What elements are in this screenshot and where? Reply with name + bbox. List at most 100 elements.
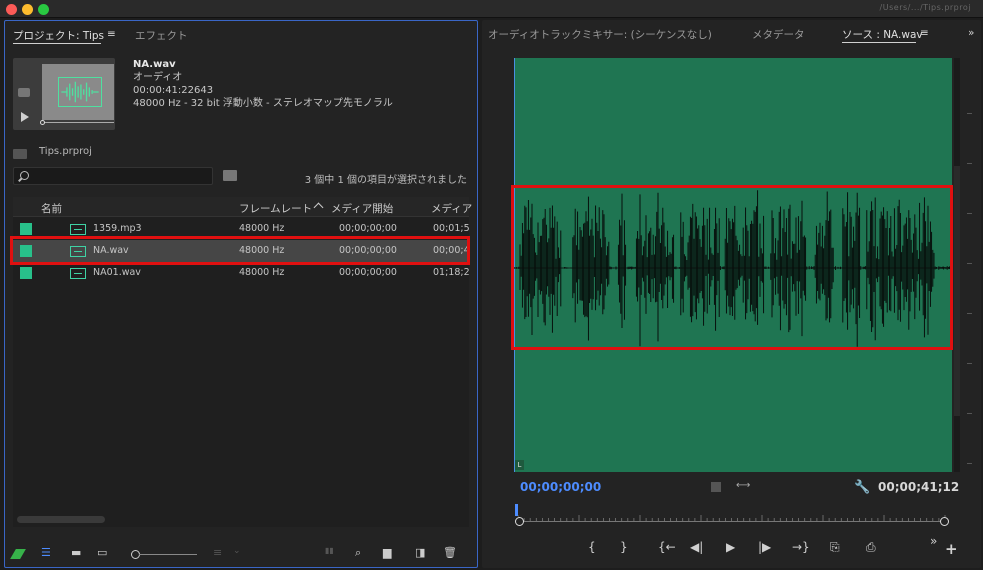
table-header: 名前 フレームレート メディア開始 メディア bbox=[13, 197, 472, 217]
drag-audio-only-icon[interactable]: ⟷ bbox=[736, 480, 750, 491]
play-button[interactable]: ▶ bbox=[726, 540, 735, 560]
automate-to-sequence-icon[interactable]: ▮▮ bbox=[325, 546, 334, 555]
column-header-frame-rate[interactable]: フレームレート bbox=[239, 201, 312, 216]
list-view-icon[interactable]: ☰ bbox=[41, 546, 51, 559]
project-bottom-toolbar: ☰ ▬ ▭ ≡ ⌄ ▮▮ ⌕ ▆ ◨ 🗑 bbox=[5, 541, 477, 563]
active-tab-underline bbox=[13, 43, 101, 44]
project-file-name: Tips.prproj bbox=[39, 146, 92, 157]
poster-frame-camera-icon[interactable] bbox=[18, 88, 30, 97]
icon-view-icon[interactable]: ▬ bbox=[71, 546, 81, 559]
step-forward-button[interactable]: |▶ bbox=[758, 540, 771, 560]
preview-image bbox=[42, 64, 114, 120]
panel-menu-icon[interactable]: ≡ bbox=[107, 28, 116, 40]
clip-format: 48000 Hz - 32 bit 浮動小数 - ステレオマップ先モノラル bbox=[133, 98, 393, 109]
preview-scrub-knob[interactable] bbox=[40, 120, 45, 125]
tab-project[interactable]: プロジェクト: Tips bbox=[13, 28, 104, 43]
zoom-bar-left-handle[interactable] bbox=[515, 517, 524, 526]
ruler-tick bbox=[967, 113, 972, 114]
vertical-scrollbar[interactable] bbox=[954, 58, 960, 472]
tab-effects[interactable]: エフェクト bbox=[135, 28, 188, 43]
close-window-button[interactable] bbox=[6, 4, 17, 15]
row-highlight-annotation bbox=[10, 236, 470, 265]
window-title: /Users/.../Tips.prproj bbox=[879, 3, 971, 12]
selection-count: 3 個中 1 個の項目が選択されました bbox=[304, 175, 467, 186]
freeform-view-icon[interactable]: ▭ bbox=[97, 546, 107, 559]
trash-icon[interactable]: 🗑 bbox=[443, 546, 457, 559]
row-name: 1359.mp3 bbox=[93, 223, 142, 234]
new-bin-icon[interactable]: ▆ bbox=[383, 546, 391, 559]
maximize-window-button[interactable] bbox=[38, 4, 49, 15]
new-item-icon[interactable]: ◨ bbox=[415, 546, 425, 559]
overwrite-button[interactable]: ⎙ bbox=[866, 540, 876, 560]
column-header-media-duration[interactable]: メディア bbox=[431, 201, 472, 216]
search-icon bbox=[20, 171, 29, 180]
source-monitor-panel: オーディオトラックミキサー: (シーケンスなし) メタデータ ソース : NA.… bbox=[482, 20, 981, 568]
table-row[interactable]: NA01.wav 48000 Hz 00;00;00;00 01;18;24 bbox=[13, 262, 469, 284]
tab-source[interactable]: ソース : NA.wav bbox=[842, 27, 923, 42]
preview-scrub-slider[interactable] bbox=[42, 122, 114, 123]
ruler-tick bbox=[967, 213, 972, 214]
insert-button[interactable]: ⎘ bbox=[830, 540, 840, 560]
project-panel: プロジェクト: Tips ≡ エフェクト NA.wav オーディオ 00:00:… bbox=[4, 20, 478, 568]
find-bin-icon[interactable] bbox=[223, 170, 237, 181]
button-editor-add-icon[interactable]: + bbox=[945, 540, 958, 560]
row-media-start: 00;00;00;00 bbox=[339, 267, 397, 278]
go-to-in-button[interactable]: {← bbox=[658, 540, 676, 560]
label-color-swatch[interactable] bbox=[20, 267, 32, 279]
find-icon[interactable]: ⌕ bbox=[355, 546, 361, 560]
project-panel-tabs: プロジェクト: Tips ≡ エフェクト bbox=[5, 21, 477, 47]
row-media-end: 01;18;24 bbox=[433, 267, 469, 278]
zoom-slider[interactable] bbox=[139, 554, 197, 555]
waveform-highlight-annotation bbox=[511, 185, 953, 350]
label-color-swatch[interactable] bbox=[20, 223, 32, 235]
pencil-icon[interactable] bbox=[10, 549, 26, 559]
overflow-tabs-icon[interactable]: » bbox=[968, 27, 974, 39]
column-header-media-start[interactable]: メディア開始 bbox=[331, 201, 393, 216]
step-back-button[interactable]: ◀| bbox=[690, 540, 703, 560]
current-timecode[interactable]: 00;00;00;00 bbox=[520, 480, 601, 494]
ruler-tick bbox=[967, 363, 972, 364]
panel-menu-icon[interactable]: ≡ bbox=[920, 27, 929, 39]
window-titlebar: /Users/.../Tips.prproj bbox=[0, 0, 983, 18]
amplitude-ruler bbox=[964, 58, 978, 472]
clip-name: NA.wav bbox=[133, 59, 176, 70]
search-input[interactable] bbox=[34, 169, 209, 183]
ruler-tick bbox=[967, 463, 972, 464]
zoom-scroll-bar[interactable] bbox=[524, 521, 940, 522]
audio-clip-icon bbox=[70, 268, 86, 279]
wrench-icon[interactable]: 🔧 bbox=[854, 480, 870, 495]
more-controls-icon[interactable]: » bbox=[930, 534, 937, 554]
clip-duration: 00:00:41:22643 bbox=[133, 85, 214, 96]
clip-info: NA.wav オーディオ 00:00:41:22643 48000 Hz - 3… bbox=[133, 58, 393, 110]
row-frame-rate: 48000 Hz bbox=[239, 223, 285, 234]
row-frame-rate: 48000 Hz bbox=[239, 267, 285, 278]
channel-label: L bbox=[515, 460, 524, 470]
search-field[interactable] bbox=[13, 167, 213, 185]
row-name: NA01.wav bbox=[93, 267, 141, 278]
ruler-tick bbox=[967, 313, 972, 314]
mark-in-button[interactable]: { bbox=[588, 540, 596, 560]
mark-out-button[interactable]: } bbox=[620, 540, 628, 560]
zoom-bar-right-handle[interactable] bbox=[940, 517, 949, 526]
preview-waveform-icon bbox=[58, 77, 102, 107]
row-media-end: 00;01;56 bbox=[433, 223, 469, 234]
audio-clip-icon bbox=[70, 224, 86, 235]
drag-video-only-icon[interactable] bbox=[711, 482, 721, 492]
sort-dropdown-chevron-icon[interactable]: ⌄ bbox=[233, 546, 241, 556]
tab-audio-track-mixer[interactable]: オーディオトラックミキサー: (シーケンスなし) bbox=[488, 27, 712, 42]
vertical-scrollbar-thumb[interactable] bbox=[954, 166, 960, 416]
ruler-tick bbox=[967, 163, 972, 164]
tab-metadata[interactable]: メタデータ bbox=[752, 27, 805, 42]
row-media-start: 00;00;00;00 bbox=[339, 223, 397, 234]
sort-ascending-icon[interactable] bbox=[313, 202, 324, 213]
minimize-window-button[interactable] bbox=[22, 4, 33, 15]
horizontal-scrollbar[interactable] bbox=[17, 516, 105, 523]
column-header-name[interactable]: 名前 bbox=[41, 201, 62, 216]
preview-thumbnail[interactable] bbox=[13, 58, 115, 130]
preview-play-icon[interactable] bbox=[21, 112, 29, 122]
go-to-out-button[interactable]: →} bbox=[792, 540, 810, 560]
ruler-tick bbox=[967, 263, 972, 264]
active-tab-underline bbox=[842, 42, 916, 43]
sort-icon[interactable]: ≡ bbox=[213, 546, 222, 559]
duration-timecode: 00;00;41;12 bbox=[878, 480, 960, 494]
